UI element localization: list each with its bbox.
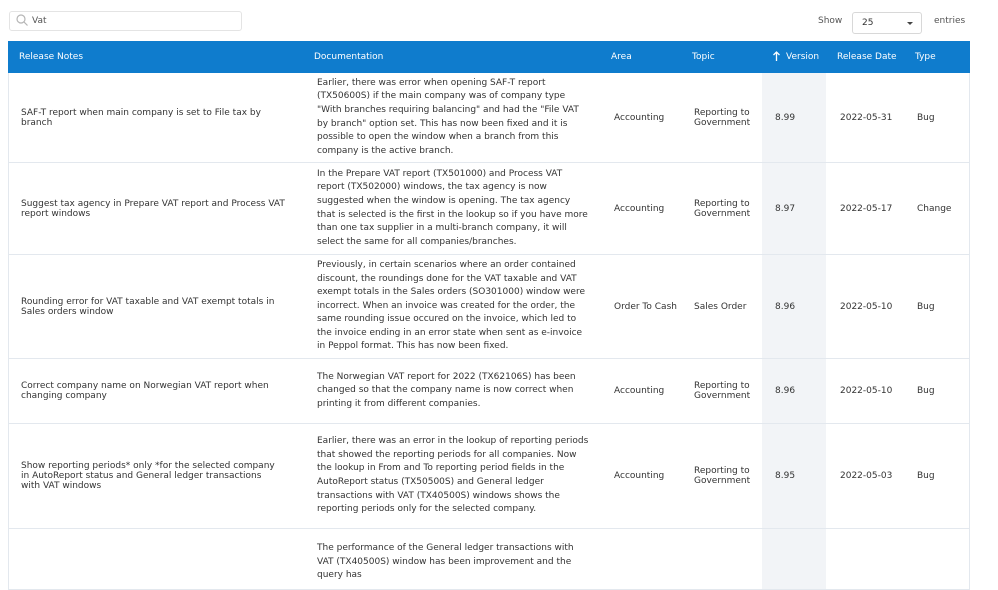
column-header-topic[interactable]: Topic — [692, 41, 715, 73]
topic-cell: Reporting to Government — [694, 381, 751, 401]
release-date-cell: 2022-05-17 — [840, 203, 893, 214]
type-cell: Bug — [917, 471, 935, 481]
column-header-type[interactable]: Type — [915, 41, 936, 73]
column-header-area[interactable]: Area — [611, 41, 632, 73]
chevron-down-icon — [907, 22, 913, 25]
type-cell: Bug — [917, 112, 935, 123]
release-notes-table: Release Notes Documentation Area Topic V… — [8, 41, 970, 590]
search-input[interactable] — [32, 12, 232, 30]
type-cell: Bug — [917, 386, 935, 396]
search-icon — [16, 14, 28, 26]
area-cell: Accounting — [614, 386, 665, 396]
column-header-version-label: Version — [786, 52, 820, 62]
table-row[interactable]: Suggest tax agency in Prepare VAT report… — [8, 163, 970, 255]
release-date-cell: 2022-05-03 — [840, 471, 893, 481]
version-cell: 8.99 — [762, 73, 826, 162]
table-body: SAF-T report when main company is set to… — [8, 73, 970, 590]
topic-cell: Sales Order — [694, 301, 747, 312]
area-cell: Accounting — [614, 471, 665, 481]
column-header-version[interactable]: Version — [772, 41, 819, 73]
table-row[interactable]: Correct company name on Norwegian VAT re… — [8, 359, 970, 424]
search-box[interactable] — [9, 11, 242, 31]
area-cell: Order To Cash — [614, 301, 677, 312]
documentation-cell: Earlier, there was error when opening SA… — [317, 77, 579, 156]
release-note-cell: Correct company name on Norwegian VAT re… — [21, 381, 269, 401]
version-cell: 8.97 — [762, 163, 826, 254]
documentation-cell: Earlier, there was an error in the looku… — [317, 436, 589, 515]
version-cell: 8.95 — [762, 424, 826, 528]
version-cell: 8.96 — [762, 255, 826, 358]
area-cell: Accounting — [614, 203, 665, 214]
release-date-cell: 2022-05-31 — [840, 112, 893, 123]
table-row[interactable]: The performance of the General ledger tr… — [8, 529, 970, 590]
documentation-cell: The performance of the General ledger tr… — [317, 543, 574, 581]
topic-cell: Reporting to Government — [694, 198, 751, 219]
release-note-cell: Show reporting periods* only *for the se… — [21, 461, 275, 491]
release-note-cell: Suggest tax agency in Prepare VAT report… — [21, 198, 285, 219]
show-label: Show — [818, 16, 843, 26]
table-row[interactable]: Rounding error for VAT taxable and VAT e… — [8, 255, 970, 359]
sort-ascending-icon — [773, 51, 780, 61]
documentation-cell: Previously, in certain scenarios where a… — [317, 259, 586, 352]
release-date-cell: 2022-05-10 — [840, 386, 893, 396]
area-cell: Accounting — [614, 112, 665, 123]
table-row[interactable]: Show reporting periods* only *for the se… — [8, 424, 970, 529]
version-cell: 8.96 — [762, 359, 826, 423]
release-note-cell — [21, 529, 291, 589]
column-header-release-notes[interactable]: Release Notes — [19, 41, 83, 73]
table-toolbar: Show 25 entries — [0, 0, 998, 42]
release-note-cell: SAF-T report when main company is set to… — [21, 107, 261, 128]
documentation-cell: In the Prepare VAT report (TX501000) and… — [317, 168, 588, 247]
topic-cell: Reporting to Government — [694, 466, 751, 486]
column-header-release-date[interactable]: Release Date — [837, 41, 897, 73]
release-note-cell: Rounding error for VAT taxable and VAT e… — [21, 296, 275, 317]
page-size-select[interactable]: 25 — [852, 12, 922, 34]
version-cell — [762, 529, 826, 589]
release-date-cell: 2022-05-10 — [840, 301, 893, 312]
column-header-documentation[interactable]: Documentation — [314, 41, 383, 73]
documentation-cell: The Norwegian VAT report for 2022 (TX621… — [317, 371, 576, 409]
page-size-value: 25 — [862, 18, 874, 28]
table-row[interactable]: SAF-T report when main company is set to… — [8, 73, 970, 163]
table-header: Release Notes Documentation Area Topic V… — [8, 41, 970, 73]
topic-cell: Reporting to Government — [694, 107, 751, 128]
entries-label: entries — [934, 16, 966, 26]
type-cell: Bug — [917, 301, 935, 312]
type-cell: Change — [917, 203, 952, 214]
